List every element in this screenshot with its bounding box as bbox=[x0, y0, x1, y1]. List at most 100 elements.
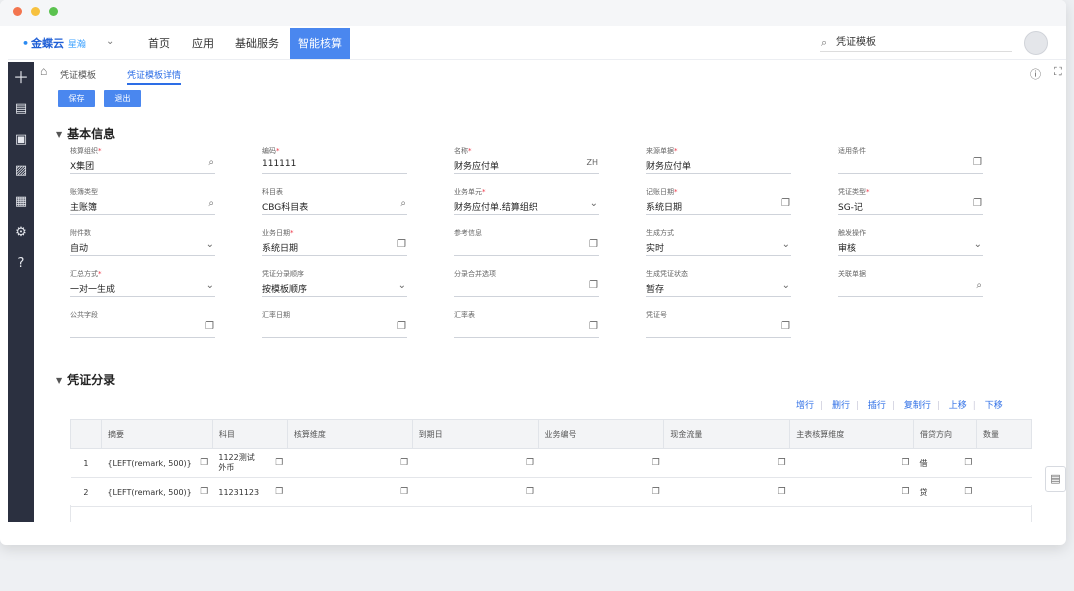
tab-voucher-template-detail[interactable]: 凭证模板详情 bbox=[127, 68, 182, 85]
close-window-dot[interactable] bbox=[13, 7, 22, 16]
delete-row-link[interactable]: 删行 bbox=[832, 401, 850, 411]
chevron-down-icon[interactable]: ⌄ bbox=[206, 239, 214, 250]
edit-icon[interactable]: ❐ bbox=[526, 458, 534, 468]
field-15[interactable]: 汇总方式* 一对一生成 ⌄ bbox=[70, 269, 215, 297]
edit-icon[interactable]: ❐ bbox=[652, 487, 660, 497]
fullscreen-icon[interactable]: ⛶ bbox=[1054, 66, 1062, 79]
summary-cell[interactable]: {LEFT(remark, 500)} ❐ bbox=[101, 448, 213, 478]
field-5[interactable]: 账簿类型 主账簿 ⌕ bbox=[70, 187, 215, 215]
field-2[interactable]: 名称* 财务应付单 ZH bbox=[454, 146, 599, 174]
edit-icon[interactable]: ❐ bbox=[901, 458, 909, 468]
maximize-window-dot[interactable] bbox=[49, 7, 58, 16]
edit-icon[interactable]: ❐ bbox=[652, 458, 660, 468]
move-up-link[interactable]: 上移 bbox=[949, 401, 967, 411]
edit-icon[interactable]: ❐ bbox=[200, 458, 208, 468]
edit-icon[interactable]: ❐ bbox=[964, 458, 972, 468]
app-switch-chevron-icon[interactable]: ⌄ bbox=[106, 36, 114, 47]
field-6[interactable]: 科目表 CBG科目表 ⌕ bbox=[262, 187, 407, 215]
edit-icon[interactable]: ❐ bbox=[973, 157, 982, 168]
edit-icon[interactable]: ❐ bbox=[275, 458, 283, 468]
edit-icon[interactable]: ❐ bbox=[964, 487, 972, 497]
quantity-cell[interactable] bbox=[976, 477, 1032, 507]
chevron-down-icon[interactable]: ⌄ bbox=[206, 280, 214, 291]
cash-flow-cell[interactable]: ❐ bbox=[663, 448, 790, 478]
field-value[interactable]: 暂存 bbox=[646, 282, 664, 295]
field-18[interactable]: 生成凭证状态 暂存 ⌄ bbox=[646, 269, 791, 297]
chevron-down-icon[interactable]: ⌄ bbox=[782, 280, 790, 291]
field-value[interactable]: 审核 bbox=[838, 241, 856, 254]
edit-icon[interactable]: ❐ bbox=[275, 487, 283, 497]
home-icon[interactable]: ⌂ bbox=[40, 64, 47, 78]
edit-icon[interactable]: ❐ bbox=[781, 198, 790, 209]
field-value[interactable]: 财务应付单 bbox=[454, 159, 499, 172]
field-8[interactable]: 记账日期* 系统日期 ❐ bbox=[646, 187, 791, 215]
search-icon[interactable]: ⌕ bbox=[976, 280, 982, 291]
field-10[interactable]: 附件数 自动 ⌄ bbox=[70, 228, 215, 256]
field-value[interactable]: 财务应付单 bbox=[646, 159, 691, 172]
field-value[interactable]: 系统日期 bbox=[262, 241, 298, 254]
field-14[interactable]: 触发操作 审核 ⌄ bbox=[838, 228, 983, 256]
field-21[interactable]: 汇率日期 ❐ bbox=[262, 310, 407, 338]
edit-icon[interactable]: ❐ bbox=[200, 487, 208, 497]
col-header-business-no[interactable]: 业务编号 bbox=[537, 419, 665, 449]
due-date-cell[interactable]: ❐ bbox=[412, 448, 539, 478]
col-header-direction[interactable]: 借贷方向 bbox=[913, 419, 977, 449]
calendar-icon[interactable]: ▦ bbox=[8, 186, 34, 217]
chevron-down-icon[interactable]: ⌄ bbox=[782, 239, 790, 250]
documents-icon[interactable]: ▣ bbox=[8, 124, 34, 155]
edit-icon[interactable]: ❐ bbox=[397, 321, 406, 332]
field-1[interactable]: 编码* 111111 bbox=[262, 146, 407, 174]
field-20[interactable]: 公共字段 ❐ bbox=[70, 310, 215, 338]
account-cell[interactable]: 1122测试外币 ❐ bbox=[212, 448, 288, 478]
floating-notes-icon[interactable]: ▤ bbox=[1045, 466, 1066, 492]
field-value[interactable]: X集团 bbox=[70, 159, 94, 172]
dimension-cell[interactable]: ❐ bbox=[287, 448, 413, 478]
move-down-link[interactable]: 下移 bbox=[985, 401, 1003, 411]
summary-cell[interactable]: {LEFT(remark, 500)} ❐ bbox=[101, 477, 213, 507]
edit-icon[interactable]: ❐ bbox=[526, 487, 534, 497]
edit-icon[interactable]: ❐ bbox=[205, 321, 214, 332]
search-icon[interactable]: ⌕ bbox=[400, 198, 406, 209]
field-22[interactable]: 汇率表 ❐ bbox=[454, 310, 599, 338]
edit-icon[interactable]: ❐ bbox=[397, 239, 406, 250]
language-icon[interactable]: ZH bbox=[587, 158, 599, 167]
due-date-cell[interactable]: ❐ bbox=[412, 477, 539, 507]
insert-row-link[interactable]: 插行 bbox=[868, 401, 886, 411]
dimension-cell[interactable]: ❐ bbox=[287, 477, 413, 507]
table-row[interactable]: 2 {LEFT(remark, 500)} ❐ 11231123 ❐ ❐ ❐ ❐ ❐… bbox=[70, 477, 1032, 507]
field-4[interactable]: 适用条件 ❐ bbox=[838, 146, 983, 174]
search-icon[interactable]: ⌕ bbox=[208, 157, 214, 168]
direction-cell[interactable]: 贷 ❐ bbox=[913, 477, 977, 507]
field-value[interactable]: 财务应付单.结算组织 bbox=[454, 200, 538, 213]
col-header-due-date[interactable]: 到期日 bbox=[411, 419, 539, 449]
field-12[interactable]: 参考信息 ❐ bbox=[454, 228, 599, 256]
field-23[interactable]: 凭证号 ❐ bbox=[646, 310, 791, 338]
col-header-cash-flow[interactable]: 现金流量 bbox=[663, 419, 791, 449]
cash-flow-cell[interactable]: ❐ bbox=[663, 477, 790, 507]
add-icon[interactable]: ＋ bbox=[8, 62, 34, 93]
field-3[interactable]: 来源单据* 财务应付单 bbox=[646, 146, 791, 174]
edit-icon[interactable]: ❐ bbox=[400, 458, 408, 468]
edit-icon[interactable]: ❐ bbox=[781, 321, 790, 332]
list-icon[interactable]: ▤ bbox=[8, 93, 34, 124]
nav-home[interactable]: 首页 bbox=[148, 28, 170, 59]
col-header-dimension[interactable]: 核算维度 bbox=[286, 419, 413, 449]
col-header-account[interactable]: 科目 bbox=[211, 419, 288, 449]
nav-smart-accounting[interactable]: 智能核算 bbox=[290, 28, 350, 59]
table-row[interactable]: 1 {LEFT(remark, 500)} ❐ 1122测试外币 ❐ ❐ ❐ ❐ ❐… bbox=[70, 448, 1032, 478]
edit-icon[interactable]: ❐ bbox=[589, 321, 598, 332]
col-header-main-dimension[interactable]: 主表核算维度 bbox=[789, 419, 915, 449]
col-header-quantity[interactable]: 数量 bbox=[975, 419, 1033, 449]
chevron-down-icon[interactable]: ⌄ bbox=[974, 239, 982, 250]
edit-icon[interactable]: ❐ bbox=[589, 280, 598, 291]
col-header-summary[interactable]: 摘要 bbox=[100, 419, 213, 449]
field-16[interactable]: 凭证分录顺序 按模板顺序 ⌄ bbox=[262, 269, 407, 297]
chevron-down-icon[interactable]: ⌄ bbox=[590, 198, 598, 209]
field-value[interactable]: 系统日期 bbox=[646, 200, 682, 213]
field-value[interactable]: 一对一生成 bbox=[70, 282, 115, 295]
main-dimension-cell[interactable]: ❐ bbox=[789, 448, 914, 478]
field-17[interactable]: 分录合并选项 ❐ bbox=[454, 269, 599, 297]
field-7[interactable]: 业务单元* 财务应付单.结算组织 ⌄ bbox=[454, 187, 599, 215]
edit-icon[interactable]: ❐ bbox=[589, 239, 598, 250]
edit-icon[interactable]: ❐ bbox=[400, 487, 408, 497]
